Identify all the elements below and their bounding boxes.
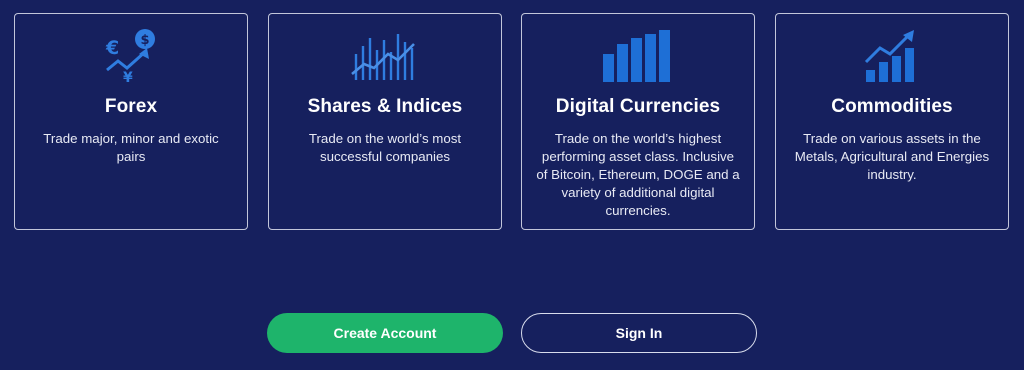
card-description: Trade on the world’s most successful com… [308, 131, 462, 164]
card-description: Trade on various assets in the Metals, A… [794, 131, 990, 182]
card-title: Forex [104, 96, 158, 117]
svg-text:¥: ¥ [123, 70, 133, 84]
shares-indices-card[interactable]: Shares & Indices Trade on the world’s mo… [268, 13, 502, 230]
card-description: Trade major, minor and exotic pairs [43, 131, 219, 164]
card-title: Commodities [831, 96, 953, 117]
candlestick-chart-icon [269, 28, 501, 84]
growth-chart-icon [776, 28, 1008, 84]
commodities-card[interactable]: Commodities Trade on various assets in t… [775, 13, 1009, 230]
svg-text:€: € [105, 37, 119, 59]
card-title: Digital Currencies [555, 96, 721, 117]
card-title: Shares & Indices [307, 96, 463, 117]
sign-in-button[interactable]: Sign In [521, 313, 757, 353]
bar-chart-icon [522, 28, 754, 84]
digital-currencies-card[interactable]: Digital Currencies Trade on the world’s … [521, 13, 755, 230]
create-account-button[interactable]: Create Account [267, 313, 503, 353]
svg-text:$: $ [140, 33, 149, 48]
card-description: Trade on the world’s highest performing … [536, 131, 740, 218]
currency-exchange-icon: € $ ¥ [15, 28, 247, 84]
forex-card[interactable]: € $ ¥ Forex Trade major, minor and exoti… [14, 13, 248, 230]
